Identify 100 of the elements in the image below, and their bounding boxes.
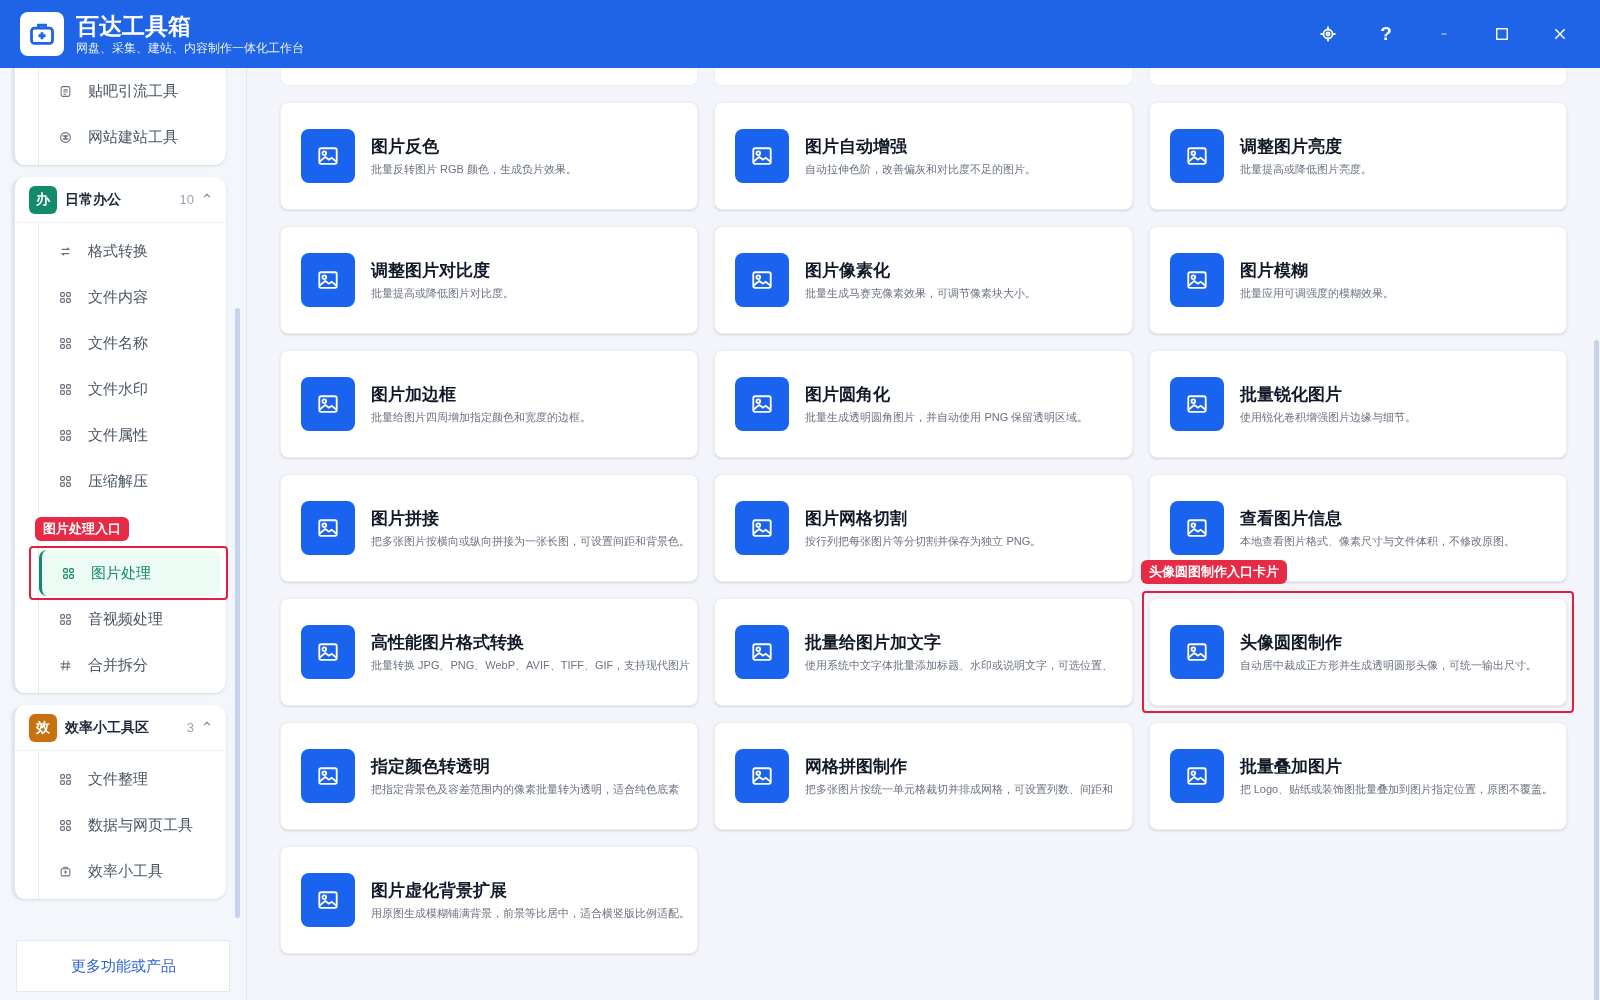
more-products-button[interactable]: 更多功能或产品 (16, 940, 230, 992)
card-description: 批量提高或降低图片亮度。 (1239, 162, 1372, 177)
card-description: 批量提高或降低图片对比度。 (371, 286, 514, 301)
sidebar-item[interactable]: 格式转换 (39, 228, 220, 274)
picture-glyph-icon (1185, 393, 1208, 415)
picture-glyph-icon (1185, 517, 1208, 539)
settings-icon[interactable] (1319, 25, 1337, 43)
card-description: 把多张图片按统一单元格裁切并排成网格，可设置列数、间距和 (805, 782, 1114, 797)
tool-card[interactable]: 批量叠加图片 把 Logo、贴纸或装饰图批量叠加到图片指定位置，原图不覆盖。 (1148, 722, 1567, 830)
sidebar-item[interactable]: 文件水印 (39, 366, 220, 412)
grid-icon (59, 612, 72, 626)
sidebar-item[interactable]: 文件名称 (39, 320, 220, 366)
grid-icon (59, 428, 72, 442)
tool-card[interactable]: 图片像素化 批量生成马赛克像素效果，可调节像素块大小。 (714, 226, 1133, 334)
maximize-icon[interactable] (1495, 27, 1509, 41)
card-title: 图片虚化背景扩展 (371, 880, 508, 902)
grid-icon (59, 336, 72, 350)
grid-icon (59, 382, 72, 396)
card-title: 查看图片信息 (1239, 508, 1343, 530)
card-title: 图片反色 (371, 136, 440, 158)
sidebar-item[interactable]: 合并拆分 (39, 642, 220, 688)
sidebar-item[interactable]: 贴吧引流工具 (39, 68, 220, 114)
grid-icon (59, 290, 72, 304)
tool-card[interactable]: 批量给图片加文字 使用系统中文字体批量添加标题、水印或说明文字，可选位置、 (714, 598, 1133, 706)
document-icon (59, 84, 72, 98)
sidebar-item[interactable]: 文件内容 (39, 274, 220, 320)
tool-card[interactable]: 图片加边框 批量给图片四周增加指定颜色和宽度的边框。 (280, 350, 699, 458)
card-title: 图片圆角化 (805, 384, 892, 406)
picture-glyph-icon (1185, 641, 1208, 663)
tool-card[interactable]: 调整图片对比度 批量提高或降低图片对比度。 (280, 226, 699, 334)
grid-icon (59, 474, 72, 488)
card-description: 自动拉伸色阶，改善偏灰和对比度不足的图片。 (805, 162, 1037, 177)
card-title: 调整图片亮度 (1239, 136, 1343, 158)
tool-card[interactable]: 图片虚化背景扩展 用原图生成模糊铺满背景，前景等比居中，适合横竖版比例适配。 (280, 846, 699, 954)
callout-tag: 图片处理入口 (35, 517, 129, 541)
tool-card[interactable]: 头像圆图制作 自动居中裁成正方形并生成透明圆形头像，可统一输出尺寸。 (1148, 598, 1567, 706)
sidebar-item[interactable]: 数据与网页工具 (39, 802, 220, 848)
picture-glyph-icon (317, 641, 339, 663)
card-description: 使用锐化卷积增强图片边缘与细节。 (1239, 410, 1416, 425)
scrollbar-thumb[interactable] (1594, 340, 1599, 1000)
card-description: 批量给图片四周增加指定颜色和宽度的边框。 (371, 410, 591, 425)
group-header[interactable]: 办 日常办公 10 (15, 177, 226, 223)
scrollbar-thumb[interactable] (235, 308, 240, 918)
callout-tag: 头像圆图制作入口卡片 (1140, 560, 1287, 584)
card-title: 头像圆图制作 (1239, 632, 1343, 654)
sidebar-item[interactable]: 文件属性 (39, 412, 220, 458)
picture-glyph-icon (751, 269, 774, 291)
card-title: 批量锐化图片 (1239, 384, 1343, 406)
card-title: 图片网格切割 (805, 508, 909, 530)
grid-icon (62, 566, 75, 580)
picture-glyph-icon (317, 269, 339, 291)
sidebar-item[interactable]: 网站建站工具 (39, 114, 220, 160)
tool-card[interactable]: 网格拼图制作 把多张图片按统一单元格裁切并排成网格，可设置列数、间距和 (714, 722, 1133, 830)
group-header[interactable]: 效 效率小工具区 3 (15, 705, 226, 751)
picture-glyph-icon (751, 517, 774, 539)
card-description: 批量反转图片 RGB 颜色，生成负片效果。 (371, 162, 577, 177)
card-description: 把 Logo、贴纸或装饰图批量叠加到图片指定位置，原图不覆盖。 (1239, 782, 1554, 797)
tool-card[interactable]: 图片自动增强 自动拉伸色阶，改善偏灰和对比度不足的图片。 (714, 102, 1133, 210)
sidebar-item[interactable]: 音视频处理 (39, 596, 220, 642)
tool-card[interactable]: 图片模糊 批量应用可调强度的模糊效果。 (1148, 226, 1567, 334)
sidebar-item[interactable]: 文件整理 (39, 756, 220, 802)
picture-glyph-icon (751, 765, 774, 787)
sidebar-item[interactable]: 压缩解压 (39, 458, 220, 504)
tool-card[interactable]: 指定颜色转透明 把指定背景色及容差范围内的像素批量转为透明，适合纯色底素 (280, 722, 699, 830)
picture-glyph-icon (751, 641, 774, 663)
card-description: 批量转换 JPG、PNG、WebP、AVIF、TIFF、GIF，支持现代图片 (371, 658, 691, 673)
app-subtitle: 网盘、采集、建站、内容制作一体化工作台 (76, 40, 304, 56)
card-description: 用原图生成模糊铺满背景，前景等比居中，适合横竖版比例适配。 (371, 906, 690, 921)
close-icon[interactable] (1553, 27, 1567, 41)
hash-icon (59, 658, 72, 672)
card-description: 本地查看图片格式、像素尺寸与文件体积，不修改原图。 (1239, 534, 1515, 549)
tool-card[interactable]: 高性能图片格式转换 批量转换 JPG、PNG、WebP、AVIF、TIFF、GIF，支持现代图片 (280, 598, 699, 706)
sidebar-item[interactable]: 图片处理 (39, 550, 220, 596)
tool-card[interactable]: 图片拼接 把多张图片按横向或纵向拼接为一张长图，可设置间距和背景色。 (280, 474, 699, 582)
tool-card[interactable]: 图片反色 批量反转图片 RGB 颜色，生成负片效果。 (280, 102, 699, 210)
sidebar-item[interactable]: 效率小工具 (39, 848, 220, 894)
tool-card[interactable]: 调整图片亮度 批量提高或降低图片亮度。 (1148, 102, 1567, 210)
card-title: 批量给图片加文字 (805, 632, 943, 654)
picture-glyph-icon (1185, 765, 1208, 787)
help-button[interactable]: ? (1366, 19, 1406, 49)
card-description: 自动居中裁成正方形并生成透明圆形头像，可统一输出尺寸。 (1239, 658, 1537, 673)
card-title: 调整图片对比度 (371, 260, 491, 282)
tool-card[interactable]: 批量锐化图片 使用锐化卷积增强图片边缘与细节。 (1148, 350, 1567, 458)
card-title: 高性能图片格式转换 (371, 632, 525, 654)
card-title: 图片拼接 (371, 508, 440, 530)
group-badge: 效 (29, 713, 57, 742)
card-title: 图片加边框 (371, 384, 457, 406)
app-title: 百达工具箱 (76, 12, 192, 40)
card-title: 批量叠加图片 (1239, 756, 1343, 778)
card-description: 批量生成马赛克像素效果，可调节像素块大小。 (805, 286, 1037, 301)
grid-icon (59, 818, 72, 832)
card-description: 使用系统中文字体批量添加标题、水印或说明文字，可选位置、 (805, 658, 1114, 673)
card-description: 批量生成透明圆角图片，并自动使用 PNG 保留透明区域。 (805, 410, 1089, 425)
group-title: 效率小工具区 (65, 718, 149, 737)
swap-arrows-icon (59, 244, 72, 258)
picture-glyph-icon (1185, 145, 1208, 167)
tool-card[interactable]: 图片圆角化 批量生成透明圆角图片，并自动使用 PNG 保留透明区域。 (714, 350, 1133, 458)
picture-glyph-icon (317, 393, 339, 415)
picture-glyph-icon (317, 889, 339, 911)
tool-card[interactable]: 图片网格切割 按行列把每张图片等分切割并保存为独立 PNG。 (714, 474, 1133, 582)
